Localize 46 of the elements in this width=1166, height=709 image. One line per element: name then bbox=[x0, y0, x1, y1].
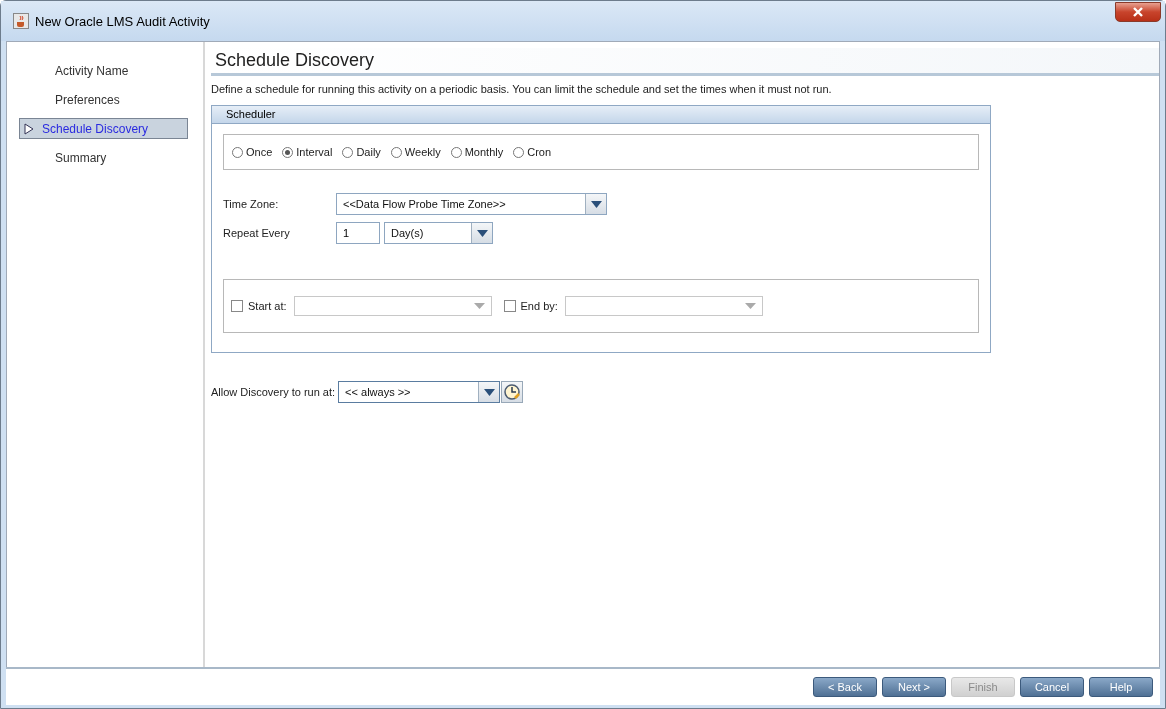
sidebar-item[interactable]: Activity Name bbox=[19, 60, 188, 81]
checkbox-label: Start at: bbox=[248, 300, 287, 312]
window-title: New Oracle LMS Audit Activity bbox=[35, 13, 211, 29]
edit-schedule-button[interactable] bbox=[501, 381, 524, 403]
dropdown-arrow-icon bbox=[476, 229, 488, 237]
radio-option[interactable]: Weekly bbox=[390, 146, 441, 158]
radio-button[interactable] bbox=[232, 146, 243, 158]
close-button[interactable] bbox=[1115, 2, 1161, 22]
page-description: Define a schedule for running this activity on a periodic basis. You can limit the schedule and set the times when it must not run. bbox=[211, 83, 833, 95]
panel-header: Scheduler bbox=[212, 106, 990, 124]
footer-button[interactable]: < Back bbox=[813, 677, 877, 697]
triangle-icon bbox=[24, 122, 34, 135]
unit-dropdown[interactable]: Day(s) bbox=[384, 222, 493, 244]
footer-button[interactable]: Help bbox=[1089, 677, 1153, 697]
dropdown-arrow-icon bbox=[473, 303, 485, 309]
field-label: Repeat Every bbox=[223, 227, 291, 239]
footer-button[interactable]: Next > bbox=[882, 677, 946, 697]
coffee-cup-icon bbox=[13, 13, 29, 29]
run-window-dropdown[interactable]: << always >> bbox=[338, 381, 501, 403]
field-label: Allow Discovery to run at: bbox=[211, 386, 336, 398]
radio-option[interactable]: Cron bbox=[513, 146, 552, 158]
sidebar-item[interactable]: Preferences bbox=[19, 89, 188, 110]
page-title: Schedule Discovery bbox=[211, 48, 1159, 76]
checkbox[interactable] bbox=[503, 300, 516, 312]
repeat-input[interactable]: 1 bbox=[336, 222, 380, 244]
checkbox-label: End by: bbox=[520, 300, 558, 312]
dropdown-arrow-icon bbox=[483, 388, 495, 396]
time-zone-dropdown[interactable]: <<Data Flow Probe Time Zone>> bbox=[336, 193, 607, 215]
radio-option[interactable]: Monthly bbox=[450, 146, 504, 158]
radio-button[interactable] bbox=[342, 146, 354, 158]
radio-button[interactable] bbox=[282, 146, 294, 158]
radio-button[interactable] bbox=[513, 146, 525, 158]
close-icon bbox=[1132, 7, 1144, 17]
footer-button[interactable]: Cancel bbox=[1020, 677, 1084, 697]
radio-option[interactable]: Daily bbox=[342, 146, 381, 158]
sidebar-item[interactable]: Summary bbox=[19, 147, 188, 168]
checkbox[interactable] bbox=[231, 300, 243, 312]
radio-button[interactable] bbox=[450, 146, 462, 158]
sidebar-item[interactable]: Schedule Discovery bbox=[19, 118, 188, 139]
dropdown-arrow-icon bbox=[590, 200, 602, 208]
clock-icon bbox=[503, 383, 522, 401]
dropdown-arrow-icon bbox=[744, 303, 756, 309]
field-label: Time Zone: bbox=[223, 198, 280, 210]
radio-option[interactable]: Interval bbox=[282, 146, 333, 158]
radio-button[interactable] bbox=[390, 146, 402, 158]
radio-option[interactable]: Once bbox=[232, 146, 273, 158]
